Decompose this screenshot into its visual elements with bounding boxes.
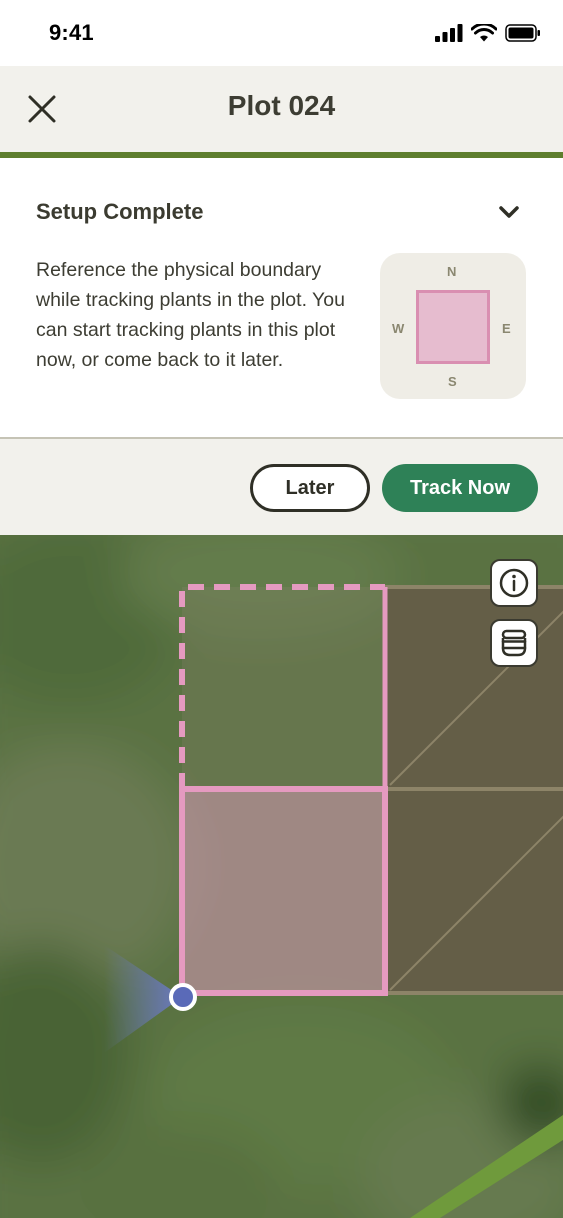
setup-title: Setup Complete	[36, 199, 204, 224]
compass-south-label: S	[448, 374, 457, 389]
setup-description: Reference the physical boundary while tr…	[36, 259, 345, 371]
status-time: 9:41	[49, 20, 94, 45]
track-now-button[interactable]: Track Now	[382, 464, 538, 512]
info-icon	[499, 568, 529, 598]
wifi-icon	[471, 24, 497, 42]
layers-button[interactable]	[490, 619, 538, 667]
current-plot-boundary[interactable]	[179, 786, 388, 996]
map-view[interactable]	[0, 535, 563, 1218]
layers-icon	[501, 629, 527, 657]
user-location-dot	[169, 983, 197, 1011]
compass-east-label: E	[502, 321, 511, 336]
plot-shape-preview	[416, 290, 490, 364]
compass-west-label: W	[392, 321, 405, 336]
satellite-map[interactable]	[0, 535, 563, 1218]
status-icons	[435, 24, 541, 42]
battery-icon	[505, 24, 540, 42]
header: Plot 024	[0, 66, 563, 152]
action-bar: Later Track Now	[0, 439, 563, 535]
planned-plot-outline	[179, 584, 388, 789]
status-bar: 9:41	[0, 0, 563, 66]
page-title: Plot 024	[227, 90, 336, 121]
signal-icon	[435, 24, 463, 42]
plot-compass-diagram: N W E S	[380, 253, 526, 399]
compass-north-label: N	[447, 264, 457, 279]
chevron-down-icon[interactable]	[498, 204, 520, 220]
info-button[interactable]	[490, 559, 538, 607]
setup-panel: Setup Complete Reference the physical bo…	[0, 158, 563, 439]
later-button[interactable]: Later	[250, 464, 370, 512]
